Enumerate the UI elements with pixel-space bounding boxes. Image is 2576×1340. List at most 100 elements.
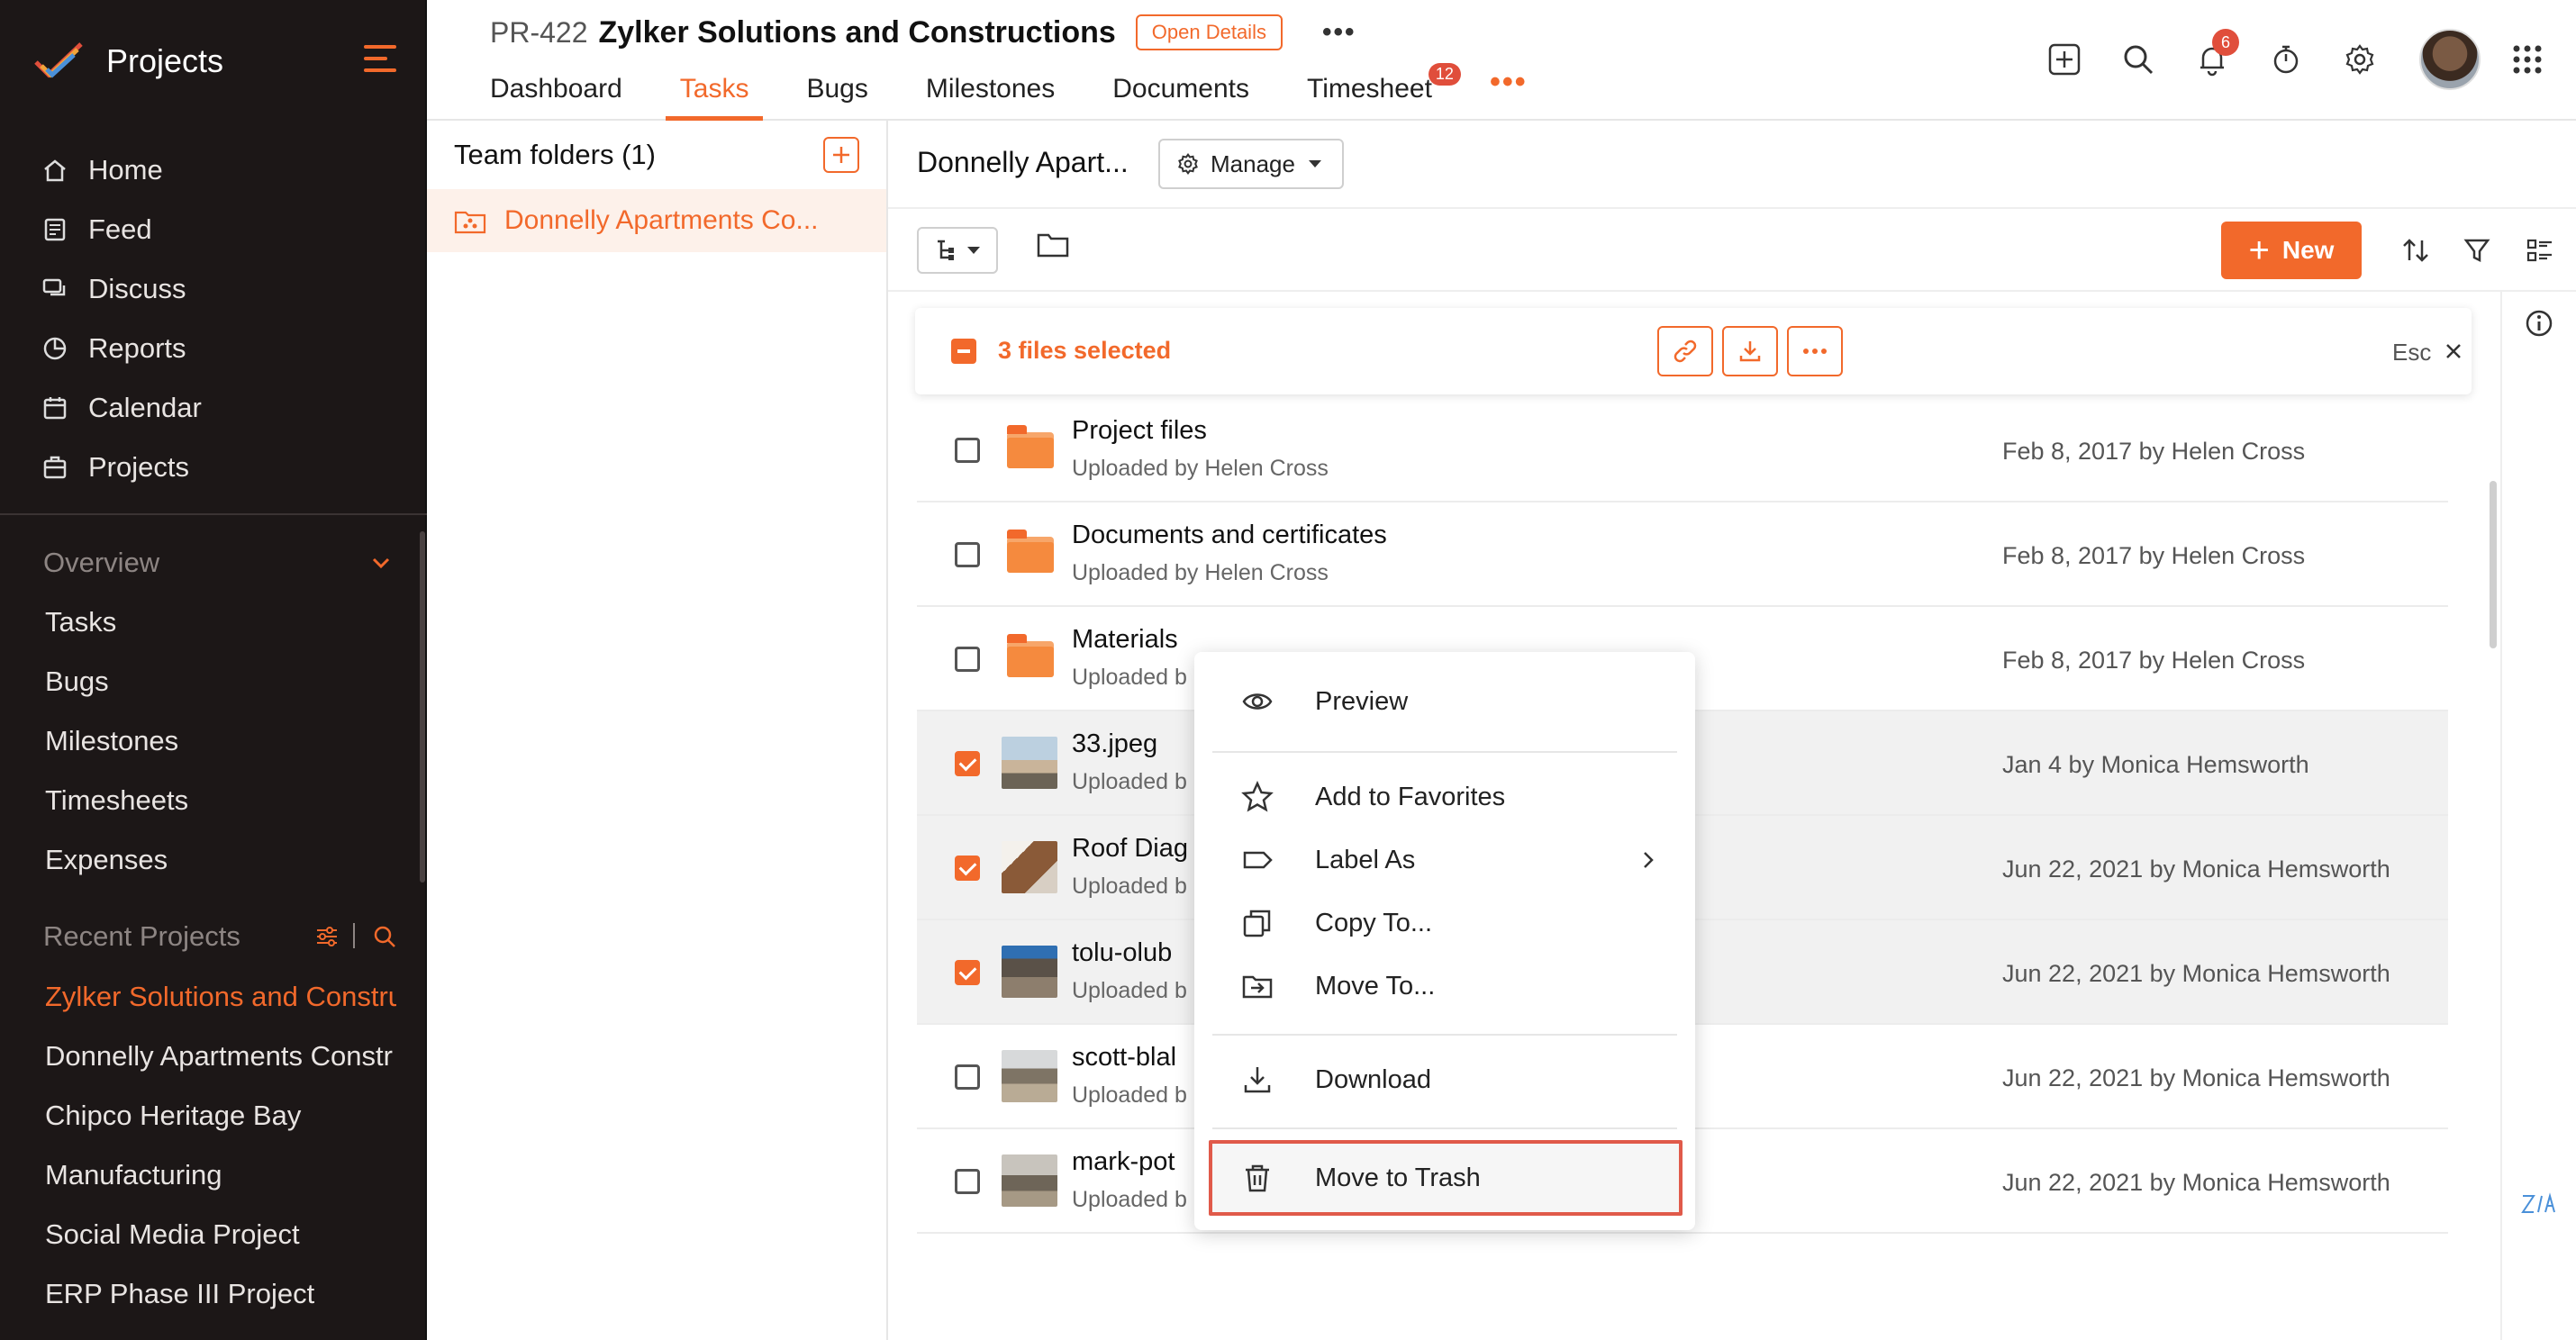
file-name[interactable]: Materials bbox=[1072, 625, 1178, 655]
row-checkbox[interactable] bbox=[955, 1169, 980, 1194]
bell-icon[interactable]: 6 bbox=[2192, 29, 2239, 79]
sidebar-item-expenses[interactable]: Expenses bbox=[0, 830, 396, 890]
sidebar-item-discuss[interactable]: Discuss bbox=[0, 259, 427, 319]
sidebar-item-milestones[interactable]: Milestones bbox=[0, 711, 396, 771]
hamburger-menu-icon[interactable] bbox=[364, 45, 396, 72]
recent-project-item[interactable]: Social Media Project bbox=[0, 1205, 396, 1264]
chevron-down-icon bbox=[369, 551, 393, 575]
details-rail bbox=[2500, 292, 2576, 1340]
row-checkbox[interactable] bbox=[955, 647, 980, 672]
tab-timesheet[interactable]: Timesheet 12 bbox=[1307, 63, 1461, 121]
file-name[interactable]: Project files bbox=[1072, 416, 1207, 446]
select-all-checkbox[interactable] bbox=[951, 339, 976, 364]
sidebar-item-feed[interactable]: Feed bbox=[0, 200, 427, 259]
folder-icon[interactable] bbox=[1036, 231, 1070, 259]
sidebar-item-label: Discuss bbox=[88, 273, 186, 304]
sort-icon[interactable] bbox=[2398, 232, 2434, 268]
caret-down-icon bbox=[1308, 159, 1322, 168]
team-folder-item[interactable]: Donnelly Apartments Co... bbox=[427, 189, 886, 252]
recent-project-item[interactable]: Donnelly Apartments Constr bbox=[0, 1027, 396, 1086]
caret-down-icon bbox=[966, 246, 981, 255]
menu-item-move-to[interactable]: Move To... bbox=[1194, 955, 1695, 1018]
table-row[interactable]: Project files Uploaded by Helen Cross Fe… bbox=[917, 398, 2448, 502]
row-checkbox[interactable] bbox=[955, 751, 980, 776]
menu-item-label-as[interactable]: Label As bbox=[1194, 828, 1695, 892]
sidebar-item-calendar[interactable]: Calendar bbox=[0, 378, 427, 438]
sidebar: Projects Home Feed Discuss Reports Calen… bbox=[0, 0, 427, 1340]
image-thumbnail bbox=[1002, 1154, 1057, 1207]
menu-item-preview[interactable]: Preview bbox=[1194, 670, 1695, 733]
manage-dropdown[interactable]: Manage bbox=[1158, 139, 1344, 189]
info-icon[interactable] bbox=[2524, 308, 2554, 339]
tab-documents[interactable]: Documents bbox=[1112, 70, 1249, 121]
tabs-more-button[interactable]: ••• bbox=[1490, 65, 1528, 115]
sidebar-item-tasks[interactable]: Tasks bbox=[0, 593, 396, 652]
tab-dashboard[interactable]: Dashboard bbox=[490, 70, 622, 121]
tab-label: Milestones bbox=[925, 74, 1056, 104]
sidebar-item-projects[interactable]: Projects bbox=[0, 438, 427, 497]
row-checkbox[interactable] bbox=[955, 542, 980, 567]
row-checkbox[interactable] bbox=[955, 960, 980, 985]
file-name[interactable]: mark-pot bbox=[1072, 1147, 1175, 1177]
sidebar-item-home[interactable]: Home bbox=[0, 140, 427, 200]
breadcrumb[interactable]: Donnelly Apart... bbox=[917, 146, 1129, 179]
sidebar-item-reports[interactable]: Reports bbox=[0, 319, 427, 378]
close-icon[interactable] bbox=[2443, 340, 2464, 362]
overview-section-header[interactable]: Overview bbox=[43, 540, 404, 585]
feed-icon bbox=[40, 214, 70, 245]
menu-divider bbox=[1212, 751, 1677, 753]
sidebar-item-label: Calendar bbox=[88, 392, 202, 423]
open-details-button[interactable]: Open Details bbox=[1135, 14, 1283, 50]
recent-project-item[interactable]: Manufacturing bbox=[0, 1145, 396, 1205]
row-checkbox[interactable] bbox=[955, 438, 980, 463]
image-thumbnail bbox=[1002, 841, 1057, 893]
tab-tasks[interactable]: Tasks bbox=[665, 70, 764, 121]
recent-project-item[interactable]: ERP Phase III Project bbox=[0, 1264, 396, 1324]
tab-bugs[interactable]: Bugs bbox=[806, 70, 867, 121]
list-scrollbar[interactable] bbox=[2490, 481, 2497, 648]
team-folder-icon bbox=[454, 207, 486, 234]
brand[interactable]: Projects bbox=[32, 32, 223, 90]
search-icon[interactable] bbox=[371, 923, 398, 950]
download-button[interactable] bbox=[1722, 326, 1778, 376]
tab-milestones[interactable]: Milestones bbox=[926, 70, 1055, 121]
apps-grid-icon[interactable] bbox=[2508, 40, 2547, 79]
file-name[interactable]: 33.jpeg bbox=[1072, 729, 1157, 759]
menu-item-move-to-trash[interactable]: Move to Trash bbox=[1194, 1146, 1695, 1209]
eye-icon bbox=[1239, 684, 1275, 720]
tree-view-dropdown[interactable] bbox=[917, 227, 998, 274]
recent-project-item[interactable]: Zylker Solutions and Constru bbox=[0, 967, 396, 1027]
brand-label: Projects bbox=[106, 42, 224, 79]
project-more-button[interactable]: ••• bbox=[1322, 17, 1356, 48]
zia-assistant-icon[interactable] bbox=[2520, 1191, 2556, 1218]
more-actions-button[interactable] bbox=[1787, 326, 1843, 376]
file-name[interactable]: scott-blal bbox=[1072, 1043, 1176, 1073]
row-checkbox[interactable] bbox=[955, 856, 980, 881]
new-button[interactable]: + New bbox=[2221, 222, 2362, 279]
add-folder-button[interactable] bbox=[823, 137, 859, 173]
gear-icon[interactable] bbox=[2340, 40, 2380, 79]
sidebar-divider bbox=[0, 513, 427, 515]
sidebar-item-label: Reports bbox=[88, 332, 186, 364]
list-view-icon[interactable] bbox=[2522, 232, 2558, 268]
table-row[interactable]: Documents and certificates Uploaded by H… bbox=[917, 502, 2448, 607]
file-name[interactable]: Roof Diag bbox=[1072, 834, 1188, 864]
filter-icon[interactable] bbox=[2459, 232, 2495, 268]
filter-settings-icon[interactable] bbox=[313, 923, 340, 950]
copy-link-button[interactable] bbox=[1657, 326, 1713, 376]
menu-item-add-to-favorites[interactable]: Add to Favorites bbox=[1194, 765, 1695, 828]
recent-project-item[interactable]: Chipco Heritage Bay bbox=[0, 1086, 396, 1145]
file-name[interactable]: Documents and certificates bbox=[1072, 521, 1387, 550]
search-icon[interactable] bbox=[2118, 40, 2158, 79]
menu-item-label: Move To... bbox=[1315, 971, 1436, 1000]
add-icon[interactable] bbox=[2045, 40, 2084, 79]
row-checkbox[interactable] bbox=[955, 1064, 980, 1090]
sidebar-scrollbar[interactable] bbox=[420, 531, 425, 883]
avatar[interactable] bbox=[2419, 29, 2481, 90]
file-name[interactable]: tolu-olub bbox=[1072, 938, 1172, 968]
timer-icon[interactable] bbox=[2266, 40, 2306, 79]
menu-item-download[interactable]: Download bbox=[1194, 1048, 1695, 1111]
sidebar-item-timesheets[interactable]: Timesheets bbox=[0, 771, 396, 830]
menu-item-copy-to[interactable]: Copy To... bbox=[1194, 892, 1695, 955]
sidebar-item-bugs[interactable]: Bugs bbox=[0, 652, 396, 711]
